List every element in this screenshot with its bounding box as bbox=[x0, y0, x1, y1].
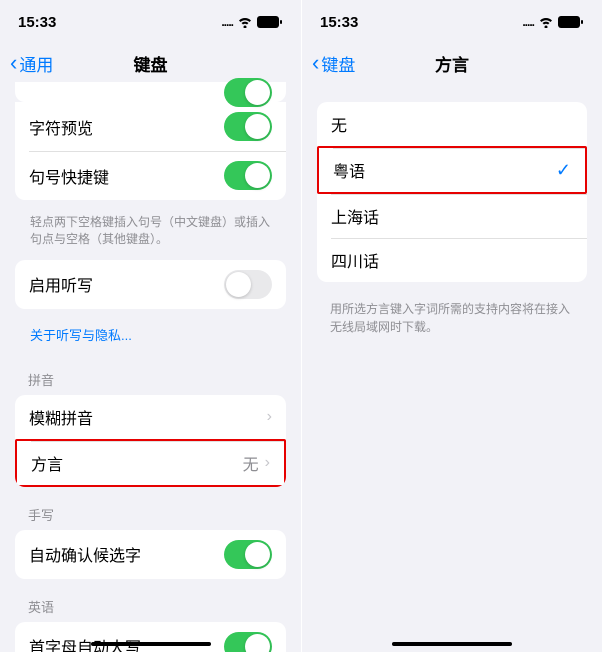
toggle-switch[interactable] bbox=[224, 540, 272, 569]
status-right: ..... bbox=[221, 15, 283, 29]
chevron-left-icon: ‹ bbox=[10, 52, 17, 74]
option-shanghai[interactable]: 上海话 bbox=[317, 194, 587, 238]
page-title: 方言 bbox=[435, 51, 469, 76]
period-shortcut-row[interactable]: 句号快捷键 bbox=[15, 151, 286, 200]
toggle-switch[interactable] bbox=[224, 632, 272, 652]
status-time: 15:33 bbox=[320, 14, 358, 31]
row-label: 上海话 bbox=[331, 204, 573, 228]
dictation-row[interactable]: 启用听写 bbox=[15, 260, 286, 309]
back-button[interactable]: ‹ 通用 bbox=[10, 51, 53, 76]
toggle-switch[interactable] bbox=[224, 270, 272, 299]
row-label: 句号快捷键 bbox=[29, 164, 224, 188]
back-label: 键盘 bbox=[321, 51, 355, 76]
dialect-row[interactable]: 方言 无 › bbox=[15, 439, 286, 487]
battery-icon bbox=[257, 16, 283, 28]
page-title: 键盘 bbox=[134, 51, 168, 76]
dialect-options-group: 无 粤语 ✓ 上海话 四川话 bbox=[317, 102, 587, 282]
row-label: 四川话 bbox=[331, 248, 573, 272]
nav-bar: ‹ 键盘 方言 bbox=[302, 44, 602, 82]
settings-group: 首字母自动大写 检查拼写 输入预测 滑行键入时逐词删除 bbox=[15, 622, 286, 652]
wifi-icon bbox=[538, 16, 554, 28]
cellular-icon: ..... bbox=[221, 15, 233, 29]
check-icon: ✓ bbox=[556, 160, 571, 181]
row-label: 字符预览 bbox=[29, 115, 224, 139]
auto-confirm-row[interactable]: 自动确认候选字 bbox=[15, 530, 286, 579]
footer-text: 用所选方言键入字词所需的支持内容将在接入无线局域网时下载。 bbox=[302, 292, 602, 344]
home-indicator bbox=[91, 642, 211, 646]
section-header: 拼音 bbox=[0, 362, 301, 395]
toggle-switch[interactable] bbox=[224, 112, 272, 141]
nav-bar: ‹ 通用 键盘 bbox=[0, 44, 301, 82]
cellular-icon: ..... bbox=[522, 15, 534, 29]
status-bar: 15:33 ..... bbox=[302, 0, 602, 44]
row-label: 模糊拼音 bbox=[29, 405, 267, 429]
section-header: 英语 bbox=[0, 589, 301, 622]
footer-text: 轻点两下空格键插入句号（中文键盘）或插入句点与空格（其他键盘）。 bbox=[0, 210, 301, 260]
row-label: 自动确认候选字 bbox=[29, 542, 224, 566]
row-label: 粤语 bbox=[333, 158, 556, 182]
settings-group: 自动确认候选字 bbox=[15, 530, 286, 579]
truncated-row bbox=[15, 82, 286, 102]
option-cantonese[interactable]: 粤语 ✓ bbox=[317, 146, 587, 194]
cap-first-row[interactable]: 首字母自动大写 bbox=[15, 622, 286, 652]
home-indicator bbox=[392, 642, 512, 646]
status-bar: 15:33 ..... bbox=[0, 0, 301, 44]
char-preview-row[interactable]: 字符预览 bbox=[15, 102, 286, 151]
settings-group: 模糊拼音 › 方言 无 › bbox=[15, 395, 286, 487]
battery-icon bbox=[558, 16, 584, 28]
section-header: 手写 bbox=[0, 497, 301, 530]
row-label: 无 bbox=[331, 112, 573, 136]
status-time: 15:33 bbox=[18, 14, 56, 31]
settings-group: 字符预览 句号快捷键 bbox=[15, 102, 286, 200]
option-sichuan[interactable]: 四川话 bbox=[317, 238, 587, 282]
row-label: 方言 bbox=[31, 451, 243, 475]
row-value: 无 bbox=[243, 451, 259, 475]
privacy-link[interactable]: 关于听写与隐私... bbox=[0, 319, 301, 362]
row-label: 启用听写 bbox=[29, 272, 224, 296]
chevron-right-icon: › bbox=[267, 408, 272, 426]
option-none[interactable]: 无 bbox=[317, 102, 587, 146]
status-right: ..... bbox=[522, 15, 584, 29]
settings-group: 启用听写 bbox=[15, 260, 286, 309]
back-button[interactable]: ‹ 键盘 bbox=[312, 51, 355, 76]
fuzzy-pinyin-row[interactable]: 模糊拼音 › bbox=[15, 395, 286, 439]
chevron-left-icon: ‹ bbox=[312, 52, 319, 74]
wifi-icon bbox=[237, 16, 253, 28]
toggle-switch[interactable] bbox=[224, 161, 272, 190]
chevron-right-icon: › bbox=[265, 454, 270, 472]
back-label: 通用 bbox=[19, 51, 53, 76]
